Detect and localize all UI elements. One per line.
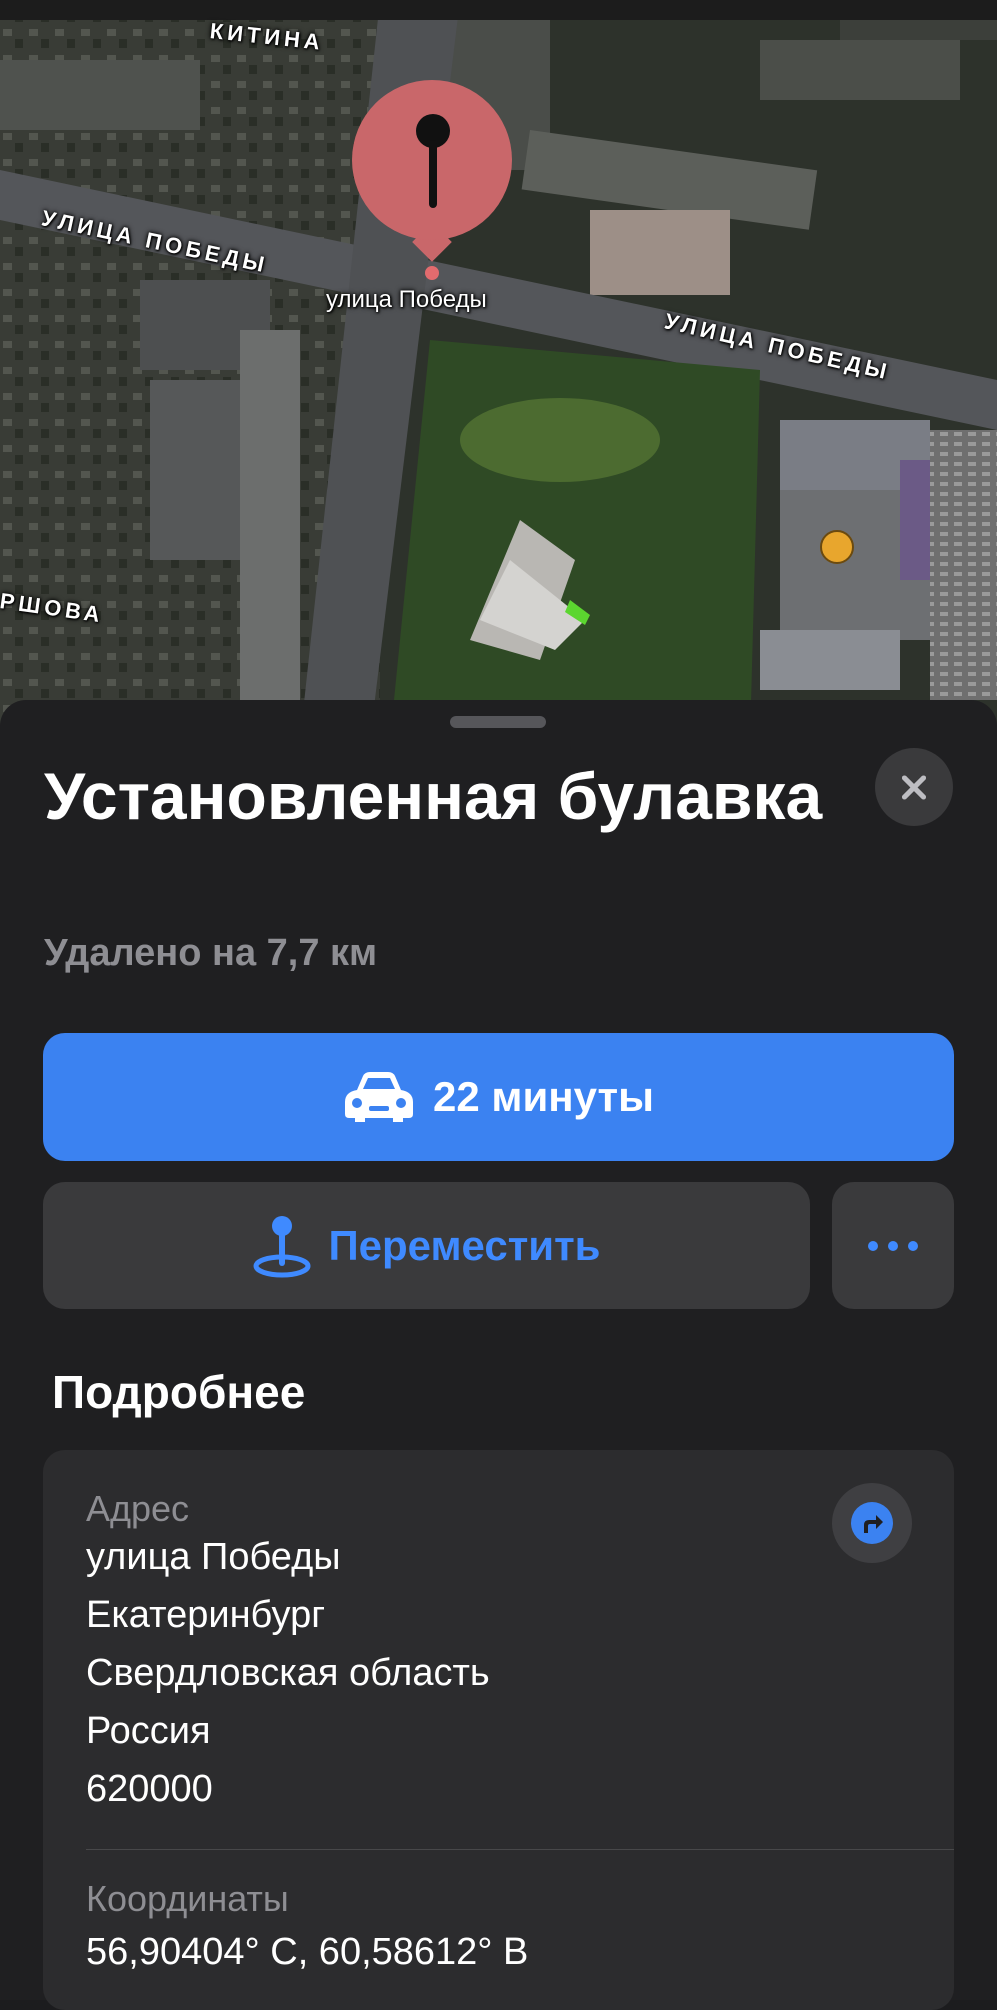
move-pin-label: Переместить [328,1221,601,1269]
details-section-title: Подробнее [52,1366,306,1418]
pin-street-label: улица Победы [326,286,487,313]
address-country: Россия [86,1710,211,1752]
more-options-button[interactable] [832,1182,954,1309]
address-city: Екатеринбург [86,1594,326,1636]
place-title: Установленная булавка [44,759,823,833]
address-label: Адрес [86,1488,190,1529]
close-button[interactable] [875,748,953,826]
turn-right-arrow-icon [864,1515,883,1533]
distance-subtitle: Удалено на 7,7 км [44,932,378,974]
ellipsis-icon [868,1240,878,1251]
divider [86,1849,954,1850]
coordinates-label: Координаты [86,1878,289,1919]
drive-directions-button[interactable]: 22 минуты [43,1033,954,1161]
car-icon [345,1072,414,1122]
drive-time-label: 22 минуты [433,1073,654,1120]
sheet-grabber[interactable] [450,716,546,728]
move-pin-button[interactable]: Переместить [43,1182,810,1309]
address-postcode: 620000 [86,1768,213,1810]
address-street: улица Победы [86,1536,341,1578]
pin-move-icon [253,1215,311,1277]
coordinates-value[interactable]: 56,90404° С, 60,58612° В [86,1931,528,1974]
map-view[interactable]: КИТИНА УЛИЦА ПОБЕДЫ УЛИЦА ПОБЕДЫ РШОВА у… [0,0,997,740]
address-region: Свердловская область [86,1652,490,1694]
place-card-sheet: Установленная булавка Удалено на 7,7 км … [0,700,997,2010]
address-lines[interactable]: улица Победы Екатеринбург Свердловская о… [86,1528,490,1818]
details-card: Адрес улица Победы Екатеринбург Свердлов… [43,1450,954,2010]
share-directions-button[interactable] [832,1483,912,1563]
shopping-bag-icon[interactable] [820,530,854,564]
